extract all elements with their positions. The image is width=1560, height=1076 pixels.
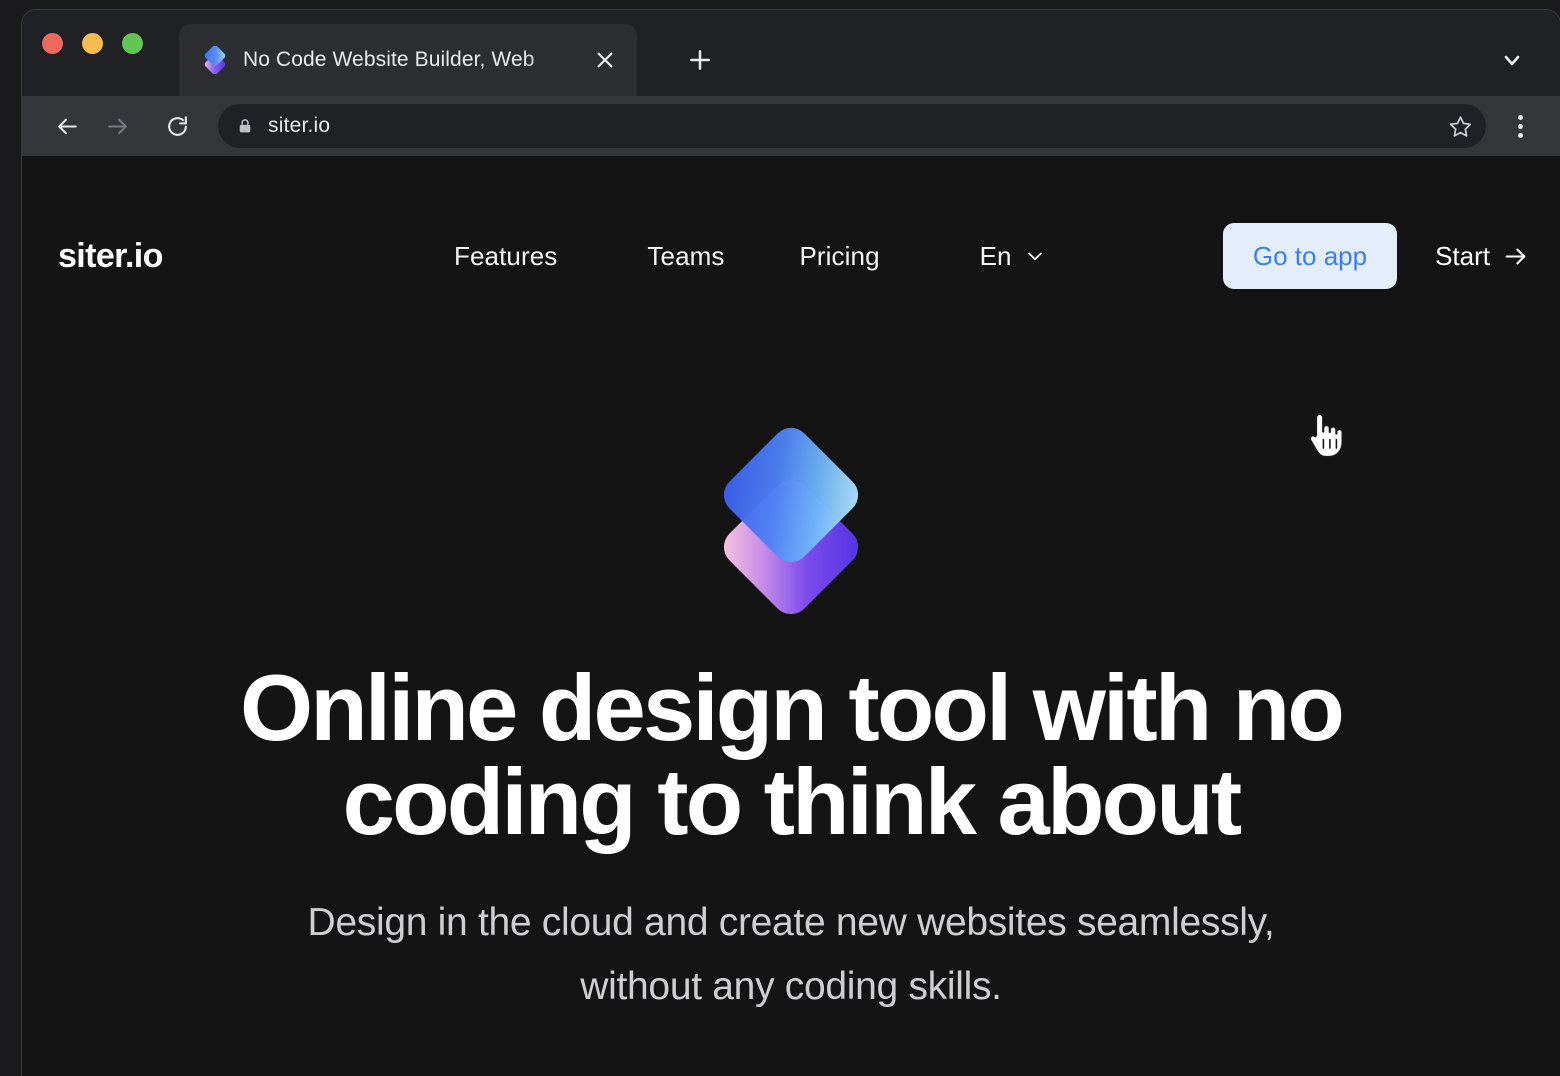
browser-tab-active[interactable]: No Code Website Builder, Web bbox=[179, 24, 637, 96]
forward-button[interactable] bbox=[94, 103, 140, 149]
window-minimize-button[interactable] bbox=[82, 33, 103, 54]
language-selector[interactable]: En bbox=[980, 241, 1046, 272]
nav-link-teams[interactable]: Teams bbox=[647, 231, 724, 282]
close-icon[interactable] bbox=[585, 40, 625, 80]
page-viewport: siter.io Features Teams Pricing En Go to… bbox=[22, 156, 1560, 1076]
reload-button[interactable] bbox=[154, 103, 200, 149]
tab-strip: No Code Website Builder, Web bbox=[22, 10, 1560, 96]
hero-title-line-1: Online design tool with no bbox=[239, 655, 1345, 760]
hero-section: Online design tool with no coding to thi… bbox=[22, 356, 1560, 1020]
url-text: siter.io bbox=[268, 114, 331, 137]
address-bar[interactable]: siter.io bbox=[218, 104, 1486, 148]
back-button[interactable] bbox=[44, 103, 90, 149]
menu-dot bbox=[1517, 114, 1523, 120]
go-to-app-button[interactable]: Go to app bbox=[1222, 223, 1398, 289]
window-maximize-button[interactable] bbox=[122, 33, 143, 54]
hero-title: Online design tool with no coding to thi… bbox=[201, 661, 1381, 849]
lock-icon bbox=[236, 117, 254, 135]
start-label: Start bbox=[1435, 240, 1490, 271]
tab-title: No Code Website Builder, Web bbox=[243, 48, 535, 71]
menu-dot bbox=[1517, 132, 1523, 138]
nav-link-pricing[interactable]: Pricing bbox=[799, 231, 879, 282]
start-link[interactable]: Start bbox=[1435, 241, 1528, 272]
hero-subtitle-line-1: Design in the cloud and create new websi… bbox=[307, 901, 1275, 944]
language-label: En bbox=[979, 240, 1012, 271]
three-dot-menu-icon[interactable] bbox=[1498, 104, 1542, 148]
window-close-button[interactable] bbox=[42, 33, 63, 54]
hero-subtitle: Design in the cloud and create new websi… bbox=[181, 891, 1401, 1020]
tab-search-chevron-down-icon[interactable] bbox=[1490, 38, 1534, 82]
site-nav-actions: Go to app Start bbox=[1222, 223, 1528, 289]
site-logo[interactable]: siter.io bbox=[58, 237, 163, 276]
star-icon[interactable] bbox=[1438, 104, 1482, 148]
chevron-down-icon bbox=[1028, 252, 1043, 261]
site-navbar: siter.io Features Teams Pricing En Go to… bbox=[22, 156, 1560, 356]
window-traffic-lights bbox=[42, 33, 143, 54]
menu-dot bbox=[1517, 123, 1523, 129]
hero-title-line-2: coding to think about bbox=[342, 749, 1243, 854]
site-nav-links: Features Teams Pricing En bbox=[454, 231, 1045, 282]
siter-logo-icon bbox=[201, 45, 229, 75]
browser-toolbar: siter.io bbox=[22, 96, 1560, 156]
new-tab-button[interactable] bbox=[676, 36, 724, 84]
nav-link-features[interactable]: Features bbox=[454, 231, 557, 282]
browser-window: No Code Website Builder, Web siter.io si… bbox=[22, 10, 1560, 1076]
siter-stacked-diamond-logo bbox=[706, 426, 876, 616]
arrow-right-icon bbox=[1505, 248, 1526, 264]
hero-subtitle-line-2: without any coding skills. bbox=[580, 965, 1002, 1009]
